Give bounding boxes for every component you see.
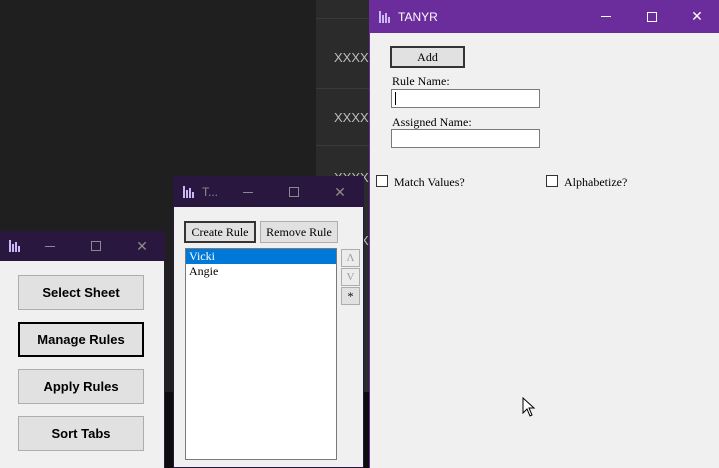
- select-sheet-button[interactable]: Select Sheet: [18, 275, 144, 310]
- main-window: TANYR ✕ Add Rule Name: Assigned Name: Ma…: [369, 0, 719, 468]
- match-values-checkbox[interactable]: [376, 175, 388, 187]
- maximize-icon[interactable]: [73, 231, 119, 261]
- background-divider: [316, 18, 376, 19]
- rules-window-titlebar[interactable]: T... ✕: [174, 177, 363, 207]
- background-divider: [316, 88, 376, 89]
- mouse-cursor-icon: [522, 397, 536, 417]
- bar-chart-icon: [379, 10, 390, 23]
- rule-name-input[interactable]: [391, 89, 540, 108]
- close-icon[interactable]: ✕: [119, 231, 165, 261]
- rules-listbox[interactable]: Vicki Angie: [185, 248, 337, 460]
- alphabetize-checkbox[interactable]: [546, 175, 558, 187]
- list-item[interactable]: Angie: [186, 264, 336, 279]
- rule-name-label: Rule Name:: [392, 74, 450, 88]
- main-window-titlebar[interactable]: TANYR ✕: [370, 0, 719, 33]
- menu-window-titlebar[interactable]: ✕: [0, 231, 164, 261]
- main-window-title: TANYR: [398, 9, 438, 24]
- maximize-icon[interactable]: [271, 177, 317, 207]
- apply-rules-button[interactable]: Apply Rules: [18, 369, 144, 404]
- manage-rules-button[interactable]: Manage Rules: [18, 322, 144, 357]
- background-divider: [316, 145, 376, 146]
- move-up-button[interactable]: Λ: [341, 249, 360, 267]
- list-item-selected[interactable]: Vicki: [186, 249, 336, 264]
- minimize-icon[interactable]: [225, 177, 271, 207]
- alphabetize-label: Alphabetize?: [564, 175, 628, 189]
- star-button[interactable]: *: [341, 287, 360, 305]
- sort-tabs-button[interactable]: Sort Tabs: [18, 416, 144, 451]
- remove-rule-button[interactable]: Remove Rule: [260, 221, 338, 243]
- bar-chart-icon: [183, 186, 194, 198]
- minimize-icon[interactable]: [27, 231, 73, 261]
- minimize-icon[interactable]: [583, 0, 629, 33]
- match-values-label: Match Values?: [394, 175, 465, 189]
- background-row-text: XXXXXX: [334, 50, 374, 65]
- assigned-name-input[interactable]: [391, 129, 540, 148]
- text-caret: [395, 92, 396, 105]
- background-row-text: XXXXXX: [334, 110, 374, 125]
- move-down-button[interactable]: V: [341, 268, 360, 286]
- close-icon[interactable]: ✕: [674, 0, 719, 33]
- add-button[interactable]: Add: [390, 46, 465, 68]
- close-icon[interactable]: ✕: [317, 177, 363, 207]
- menu-window: ✕ Select Sheet Manage Rules Apply Rules …: [0, 231, 165, 468]
- rules-window: T... ✕ Create Rule Remove Rule Vicki Ang…: [173, 176, 364, 468]
- maximize-icon[interactable]: [629, 0, 675, 33]
- create-rule-button[interactable]: Create Rule: [184, 221, 256, 243]
- rules-window-title: T...: [202, 185, 219, 199]
- bar-chart-icon: [9, 240, 20, 252]
- assigned-name-label: Assigned Name:: [392, 115, 472, 129]
